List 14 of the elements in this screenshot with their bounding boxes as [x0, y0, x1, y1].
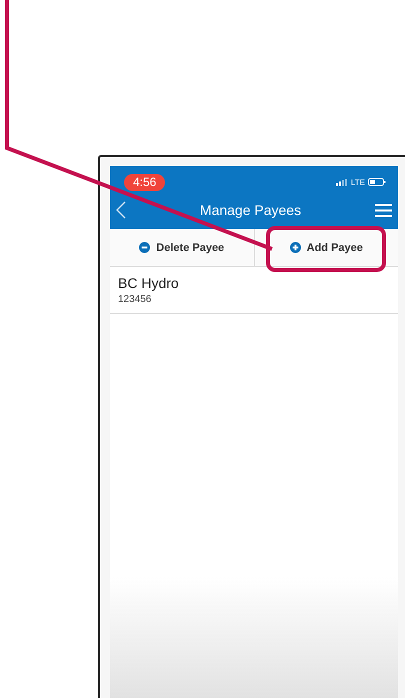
- network-label: LTE: [350, 178, 365, 186]
- screen-title: Manage Payees: [200, 202, 302, 218]
- back-icon[interactable]: [116, 201, 126, 219]
- battery-icon: [368, 178, 386, 186]
- add-payee-button[interactable]: Add Payee: [254, 229, 398, 266]
- payee-number: 123456: [118, 294, 152, 305]
- signal-icon: [336, 178, 348, 186]
- plus-circle-icon: [290, 242, 301, 253]
- menu-icon[interactable]: [375, 204, 392, 216]
- payee-row[interactable]: BC Hydro 123456: [110, 267, 398, 314]
- payee-name: BC Hydro: [118, 275, 180, 291]
- minus-circle-icon: [139, 242, 150, 253]
- delete-payee-button[interactable]: Delete Payee: [110, 229, 254, 266]
- status-time: 4:56: [124, 174, 166, 190]
